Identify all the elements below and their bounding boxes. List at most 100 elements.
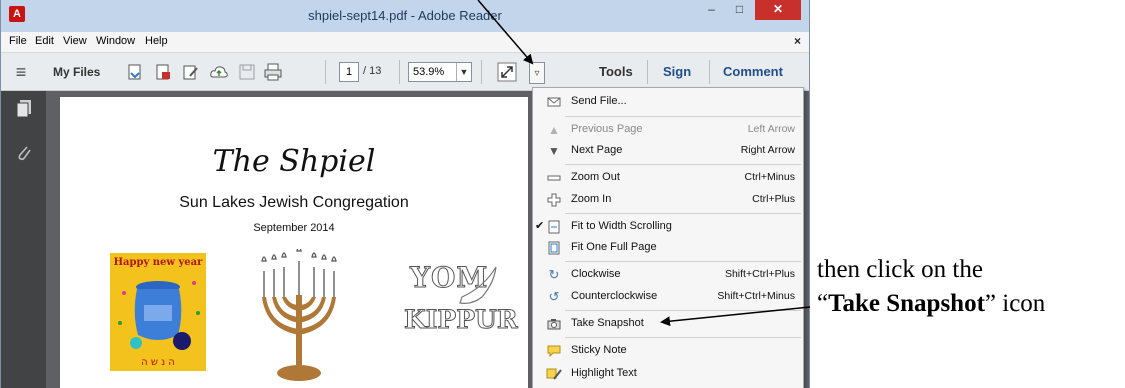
more-options-icon[interactable]: ▿: [529, 62, 545, 84]
menu-item-label: Zoom In: [571, 193, 612, 205]
menu-item-label: Clockwise: [571, 268, 621, 280]
adobe-reader-window: A shpiel-sept14.pdf - Adobe Reader – □ ✕…: [0, 0, 810, 388]
menu-separator: [565, 116, 801, 117]
menu-item-label: Sticky Note: [571, 344, 627, 356]
attachments-icon[interactable]: [15, 143, 33, 161]
menu-item-counterclockwise[interactable]: ↺ Counterclockwise Shift+Ctrl+Minus: [533, 285, 803, 309]
edit-pdf-icon[interactable]: [181, 62, 201, 82]
menu-item-label: Send File...: [571, 95, 627, 107]
menu-item-label: Fit One Full Page: [571, 241, 657, 253]
maximize-button[interactable]: □: [726, 0, 753, 20]
menu-item-shortcut: Ctrl+Minus: [744, 171, 795, 183]
open-file-icon[interactable]: [125, 62, 145, 82]
document-date: September 2014: [253, 222, 335, 234]
happy-new-year-image: Happy new year ה נ ש ה: [110, 253, 206, 371]
menu-separator: [565, 337, 801, 338]
toolbar-separator: [647, 60, 648, 84]
window-title: shpiel-sept14.pdf - Adobe Reader: [308, 8, 502, 23]
menorah-graphic: [261, 246, 337, 381]
sign-tab[interactable]: Sign: [663, 64, 691, 79]
yom-kippur-image: YOM KIPPUR: [402, 257, 519, 349]
menu-item-highlight-text[interactable]: Highlight Text: [533, 362, 803, 386]
menu-separator: [565, 213, 801, 214]
menu-separator: [565, 261, 801, 262]
menu-item-zoom-in[interactable]: Zoom In Ctrl+Plus: [533, 188, 803, 212]
menu-item-shortcut: Right Arrow: [740, 144, 795, 156]
fit-page-icon: [546, 240, 562, 256]
document-title: The Shpiel: [212, 144, 376, 179]
menu-file[interactable]: File: [9, 35, 27, 47]
rotate-counterclockwise-icon: ↺: [548, 289, 560, 304]
plus-icon: [546, 192, 562, 208]
menu-item-sticky-note[interactable]: Sticky Note: [533, 339, 803, 363]
menu-bar: File Edit View Window Help ×: [1, 32, 809, 53]
svg-text:ה נ ש ה: ה נ ש ה: [141, 357, 175, 368]
hamburger-menu-icon[interactable]: ≡: [11, 62, 31, 82]
title-bar: A shpiel-sept14.pdf - Adobe Reader – □ ✕: [1, 0, 809, 32]
minus-icon: [546, 170, 562, 186]
menu-item-shortcut: Left Arrow: [747, 123, 795, 135]
honey-jar-graphic: ה נ ש ה: [118, 281, 200, 368]
menu-view[interactable]: View: [63, 35, 87, 47]
menu-item-label: Highlight Text: [571, 367, 637, 379]
menu-window[interactable]: Window: [96, 35, 135, 47]
zoom-value: 53.9%: [413, 66, 445, 78]
page-total: / 13: [363, 65, 382, 77]
menu-edit[interactable]: Edit: [35, 35, 54, 47]
menu-item-take-snapshot[interactable]: Take Snapshot: [533, 312, 803, 336]
menu-item-label: Next Page: [571, 144, 623, 156]
close-document-button[interactable]: ×: [794, 34, 801, 48]
instruction-line-2: “Take Snapshot” icon: [817, 290, 1045, 318]
menu-item-send-file[interactable]: Send File...: [533, 90, 803, 114]
menu-item-shortcut: Shift+Ctrl+Plus: [724, 268, 795, 280]
save-icon[interactable]: [237, 62, 257, 82]
envelope-icon: [546, 94, 562, 110]
view-options-menu: Send File... ▲ Previous Page Left Arrow …: [532, 87, 804, 388]
close-button[interactable]: ✕: [755, 0, 801, 20]
document-subtitle: Sun Lakes Jewish Congregation: [179, 194, 409, 211]
arrow-down-icon: ▼: [548, 144, 560, 158]
take-snapshot-emphasis: Take Snapshot: [828, 290, 985, 317]
create-pdf-icon[interactable]: [153, 62, 173, 82]
menu-item-shortcut: Ctrl+Plus: [752, 193, 795, 205]
toolbar: ≡ My Files 1 / 13 53.9% ▼ ▿ Tools Sign C…: [1, 53, 809, 91]
menu-item-label: Counterclockwise: [571, 290, 658, 302]
print-icon[interactable]: [263, 62, 283, 82]
menu-item-label: Previous Page: [571, 123, 643, 135]
menu-separator: [565, 310, 801, 311]
navigation-pane: [1, 91, 46, 388]
quote-close: ” icon: [984, 290, 1046, 317]
camera-icon: [546, 316, 562, 332]
instruction-line-1: then click on the: [817, 256, 983, 283]
menu-item-next-page[interactable]: ▼ Next Page Right Arrow: [533, 139, 803, 163]
page-thumbnails-icon[interactable]: [15, 99, 33, 118]
toolbar-separator: [399, 60, 400, 84]
sticky-note-icon: [546, 343, 562, 359]
checkmark-icon: ✔: [535, 220, 545, 232]
arrow-up-icon: ▲: [548, 123, 560, 137]
menu-help[interactable]: Help: [145, 35, 168, 47]
full-screen-icon[interactable]: [497, 62, 517, 82]
fit-width-icon: [546, 219, 562, 235]
page-number-input[interactable]: 1: [339, 62, 359, 82]
rotate-clockwise-icon: ↻: [548, 267, 560, 282]
shofar-graphic: [459, 266, 497, 304]
cloud-upload-icon[interactable]: [209, 62, 229, 82]
menu-item-fit-page[interactable]: Fit One Full Page: [533, 236, 803, 260]
menu-item-label: Take Snapshot: [571, 317, 644, 329]
menu-item-clockwise[interactable]: ↻ Clockwise Shift+Ctrl+Plus: [533, 263, 803, 287]
chevron-down-icon[interactable]: ▼: [456, 63, 471, 81]
menu-item-label: Fit to Width Scrolling: [571, 220, 672, 232]
menorah-image: [256, 246, 342, 383]
toolbar-separator: [481, 60, 482, 84]
menu-item-zoom-out[interactable]: Zoom Out Ctrl+Minus: [533, 166, 803, 190]
my-files-button[interactable]: My Files: [53, 65, 100, 79]
menu-item-label: Zoom Out: [571, 171, 620, 183]
tools-tab[interactable]: Tools: [599, 64, 633, 79]
menu-item-shortcut: Shift+Ctrl+Minus: [717, 290, 795, 302]
zoom-select[interactable]: 53.9% ▼: [408, 62, 472, 82]
highlighter-icon: [546, 366, 562, 382]
minimize-button[interactable]: –: [698, 0, 725, 20]
comment-tab[interactable]: Comment: [723, 64, 783, 79]
pdf-page: The Shpiel Sun Lakes Jewish Congregation…: [60, 97, 528, 388]
